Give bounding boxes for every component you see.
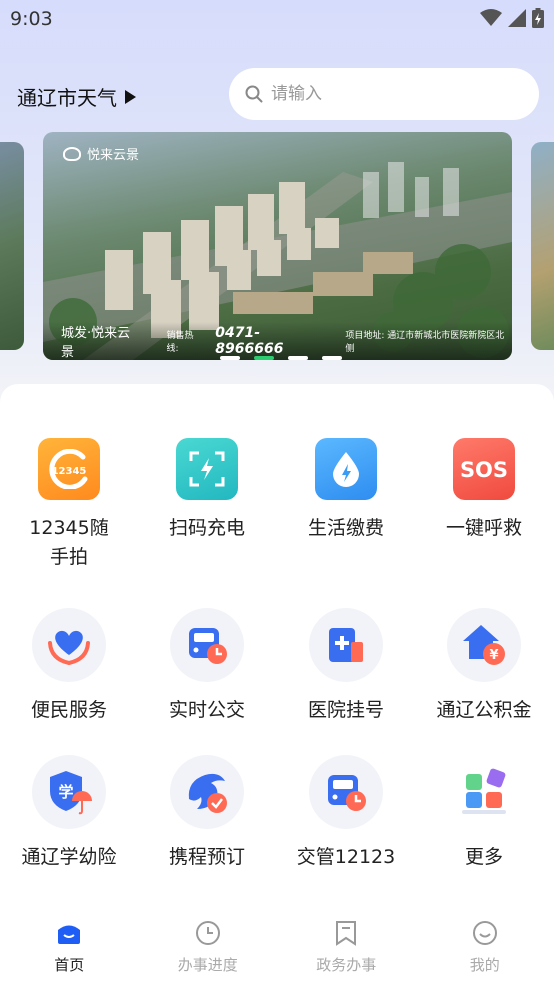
bookmark-icon (336, 921, 357, 946)
house-yuan-icon: ¥ (447, 608, 521, 682)
play-arrow-icon (125, 89, 136, 104)
weather-label: 通辽市天气 (17, 86, 117, 110)
service-label: 交管12123 (296, 846, 396, 868)
clock-icon (195, 921, 220, 945)
banner-logo: 悦来云景 (63, 144, 139, 163)
carousel-dot[interactable] (322, 356, 342, 360)
services-panel: 12345 12345随手拍 扫码充电 生活缴费 SOS 一键呼救 便民服务 实… (0, 384, 554, 984)
more-blocks-icon (447, 755, 521, 829)
dolphin-icon (170, 755, 244, 829)
wifi-icon (480, 9, 502, 26)
service-label: 携程预订 (168, 846, 245, 868)
service-label: 扫码充电 (168, 517, 245, 539)
service-sos[interactable]: SOS 一键呼救 (415, 438, 553, 543)
banner-carousel[interactable]: 悦来云景 城发·悦来云景 销售热线: 0471-8966666 项目地址: 通辽… (0, 132, 554, 362)
service-scan-charge[interactable]: 扫码充电 (138, 438, 276, 543)
svg-text:12345: 12345 (52, 466, 87, 477)
service-more[interactable]: 更多 (415, 755, 553, 872)
banner-address: 项目地址: 通辽市新城北市医院新院区北侧 (345, 331, 505, 354)
bus-clock-icon (170, 608, 244, 682)
heart-hands-icon (32, 608, 106, 682)
tab-government[interactable]: 政务办事 (277, 906, 416, 984)
tab-label: 首页 (54, 956, 85, 974)
signal-icon (508, 9, 526, 27)
weather-link[interactable]: 通辽市天气 (17, 82, 136, 111)
carousel-dot[interactable] (288, 356, 308, 360)
search-input[interactable] (271, 84, 511, 104)
service-label: 实时公交 (168, 699, 245, 721)
tab-label: 我的 (469, 956, 500, 974)
banner-logo-text: 悦来云景 (87, 148, 140, 163)
carousel-dot-active[interactable] (254, 356, 274, 360)
water-drop-icon (315, 438, 377, 500)
service-traffic-12123[interactable]: 交管12123 (277, 755, 415, 872)
carousel-dot[interactable] (220, 356, 240, 360)
service-housing-fund[interactable]: ¥ 通辽公积金 (415, 608, 553, 725)
tab-mine[interactable]: 我的 (416, 906, 554, 984)
banner-prev-slide[interactable] (0, 142, 24, 350)
home-icon (58, 925, 81, 944)
service-life-payment[interactable]: 生活缴费 (277, 438, 415, 543)
smile-icon (472, 921, 497, 945)
school-shield-icon: 学 (32, 755, 106, 829)
svg-text:SOS: SOS (460, 458, 508, 482)
status-time: 9:03 (10, 8, 53, 30)
service-label: 更多 (464, 846, 503, 868)
search-icon (245, 85, 263, 103)
brand-logo-icon (63, 146, 81, 161)
battery-icon (532, 8, 544, 28)
banner-hotline-label: 销售热线: (166, 331, 194, 354)
service-label: 医院挂号 (307, 699, 384, 721)
tab-label: 办事进度 (177, 956, 238, 974)
camera-12345-icon: 12345 (38, 438, 100, 500)
status-icons (480, 8, 544, 28)
bus-clock-icon (309, 755, 383, 829)
service-hospital[interactable]: 医院挂号 (277, 608, 415, 725)
service-school-insurance[interactable]: 学 通辽学幼险 (0, 755, 138, 872)
tab-progress[interactable]: 办事进度 (139, 906, 278, 984)
search-box[interactable] (229, 68, 539, 120)
banner-hotline: 0471-8966666 (215, 325, 284, 357)
service-label: 通辽公积金 (436, 699, 532, 721)
service-12345[interactable]: 12345 12345随手拍 (0, 438, 138, 572)
tab-label: 政务办事 (316, 956, 377, 974)
carousel-indicators (220, 356, 342, 360)
svg-text:学: 学 (58, 783, 73, 801)
sos-icon: SOS (453, 438, 515, 500)
service-convenience[interactable]: 便民服务 (0, 608, 138, 725)
service-label: 便民服务 (30, 699, 107, 721)
service-label: 一键呼救 (445, 517, 522, 539)
service-label: 12345随手拍 (29, 517, 109, 568)
banner-next-slide[interactable] (531, 142, 554, 350)
bottom-nav: 首页 办事进度 政务办事 我的 (0, 906, 554, 984)
header: 通辽市天气 (0, 62, 554, 124)
service-label: 通辽学幼险 (21, 846, 117, 868)
scan-charge-icon (176, 438, 238, 500)
hospital-icon (309, 608, 383, 682)
service-ctrip[interactable]: 携程预订 (138, 755, 276, 872)
banner-slide[interactable]: 悦来云景 城发·悦来云景 销售热线: 0471-8966666 项目地址: 通辽… (43, 132, 512, 360)
status-bar: 9:03 (0, 0, 554, 38)
service-bus[interactable]: 实时公交 (138, 608, 276, 725)
banner-caption: 城发·悦来云景 销售热线: 0471-8966666 项目地址: 通辽市新城北市… (43, 322, 512, 360)
service-label: 生活缴费 (307, 517, 384, 539)
tab-home[interactable]: 首页 (0, 906, 139, 984)
svg-text:¥: ¥ (489, 648, 498, 663)
banner-name: 城发·悦来云景 (61, 326, 131, 360)
